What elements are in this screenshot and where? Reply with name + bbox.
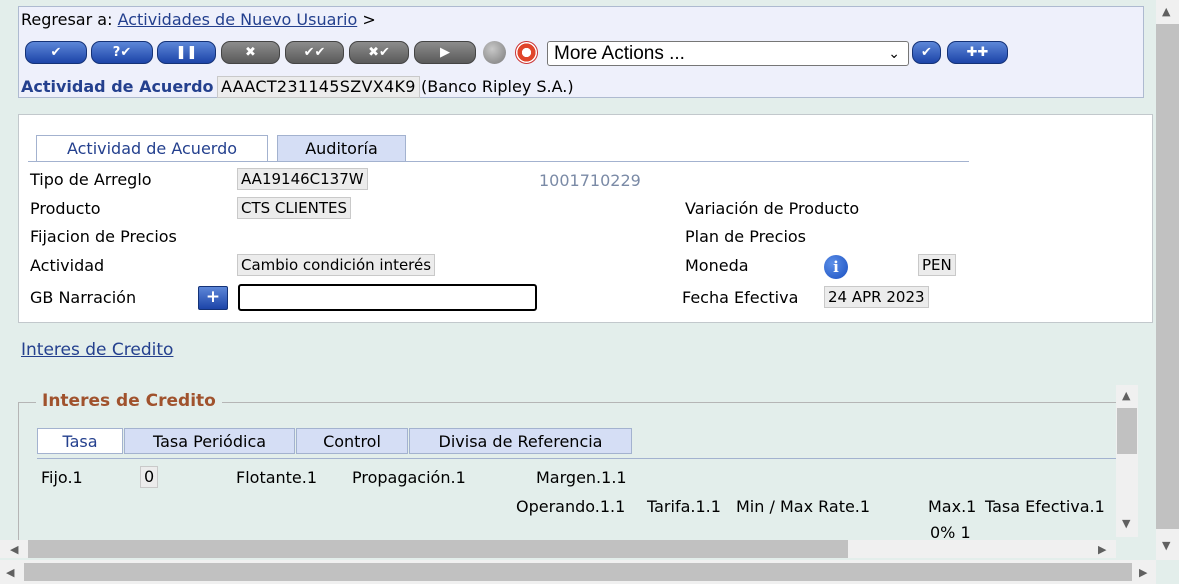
upload-icon[interactable] (483, 41, 506, 64)
producto-label: Producto (30, 199, 101, 218)
narracion-label: GB Narración (30, 288, 137, 307)
plan-precios-label: Plan de Precios (685, 227, 807, 246)
inner-horizontal-scroll-thumb[interactable] (28, 540, 848, 558)
back-label: Regresar a: (21, 10, 113, 29)
narration-input[interactable] (238, 284, 537, 311)
inner-scroll-down-icon[interactable]: ▼ (1122, 518, 1130, 529)
next-button[interactable]: ▶ (414, 41, 476, 64)
breadcrumb: Regresar a: Actividades de Nuevo Usuario… (21, 10, 376, 29)
hold-button[interactable]: ❚❚ (157, 41, 216, 64)
inner-vertical-scroll-thumb[interactable] (1117, 408, 1137, 454)
producto-value: CTS CLIENTES (237, 197, 352, 219)
tab-actividad-de-acuerdo[interactable]: Actividad de Acuerdo (36, 135, 268, 162)
section-tab-divider (37, 458, 1117, 459)
fecha-efectiva-value: 24 APR 2023 (824, 286, 929, 308)
delete-button[interactable]: ✖ (221, 41, 280, 64)
tab-auditoria[interactable]: Auditoría (277, 135, 406, 162)
tipo-arreglo-label: Tipo de Arreglo (30, 170, 152, 189)
page-scroll-right-icon[interactable]: ▶ (1139, 567, 1147, 578)
tipo-arreglo-value: AA19146C137W (237, 168, 368, 190)
tab-divisa-referencia[interactable]: Divisa de Referencia (409, 428, 632, 454)
page-horizontal-scroll-thumb[interactable] (24, 563, 1132, 581)
operando-label: Operando.1.1 (516, 497, 626, 516)
max-label: Max.1 (928, 497, 977, 516)
margen-label: Margen.1.1 (536, 468, 627, 487)
section-title: Interes de Credito (36, 391, 222, 411)
interes-credito-section: Interes de Credito Tasa Tasa Periódica C… (18, 391, 1117, 542)
activity-form: Actividad de Acuerdo Auditoría Tipo de A… (18, 114, 1153, 323)
add-narration-icon[interactable]: + (198, 286, 228, 310)
tab-tasa-periodica[interactable]: Tasa Periódica (124, 428, 295, 454)
more-actions-select[interactable]: More Actions ... ⌄ (547, 41, 909, 66)
fijacion-precios-label: Fijacion de Precios (30, 227, 177, 246)
interes-credito-link[interactable]: Interes de Credito (21, 340, 173, 360)
actividad-value: Cambio condición interés (237, 254, 436, 276)
header-panel: Regresar a: Actividades de Nuevo Usuario… (18, 6, 1144, 98)
validate-button[interactable]: ?✔ (91, 41, 153, 64)
actividad-label: Actividad (30, 256, 105, 275)
fijo-label: Fijo.1 (41, 468, 83, 487)
info-icon[interactable]: i (824, 255, 848, 279)
chevron-down-icon: ⌄ (888, 45, 900, 61)
back-link[interactable]: Actividades de Nuevo Usuario (118, 10, 358, 29)
activity-id: AAACT231145SZVX4K9 (217, 76, 420, 98)
breadcrumb-separator: > (362, 10, 376, 29)
variacion-producto-label: Variación de Producto (685, 199, 860, 218)
min-max-rate-label: Min / Max Rate.1 (736, 497, 871, 516)
inner-scroll-left-icon[interactable]: ◀ (10, 544, 18, 555)
inner-scroll-up-icon[interactable]: ▲ (1122, 390, 1130, 401)
fecha-efectiva-label: Fecha Efectiva (682, 288, 799, 307)
help-lifebuoy-icon[interactable] (515, 41, 538, 64)
bank-name: (Banco Ripley S.A.) (421, 77, 574, 96)
page-scroll-down-icon[interactable]: ▼ (1162, 540, 1170, 551)
page-scroll-left-icon[interactable]: ◀ (6, 567, 14, 578)
page-vertical-scroll-thumb[interactable] (1156, 24, 1179, 529)
tarifa-label: Tarifa.1.1 (647, 497, 721, 516)
moneda-label: Moneda (685, 256, 749, 275)
tab-divider (28, 161, 969, 162)
moneda-value: PEN (918, 254, 956, 276)
add-new-button[interactable]: ✚✚ (947, 41, 1008, 64)
go-button[interactable]: ✔ (912, 41, 941, 64)
reverse-button[interactable]: ✖✔ (349, 41, 409, 64)
propagacion-label: Propagación.1 (352, 468, 466, 487)
tab-control[interactable]: Control (296, 428, 408, 454)
inner-scroll-right-icon[interactable]: ▶ (1098, 544, 1106, 555)
reference-number: 1001710229 (539, 171, 641, 190)
fijo-value: 0 (140, 466, 159, 488)
flotante-label: Flotante.1 (236, 468, 318, 487)
authorise-button[interactable]: ✔✔ (285, 41, 344, 64)
page-scroll-up-icon[interactable]: ▲ (1162, 6, 1170, 17)
tab-tasa[interactable]: Tasa (37, 428, 123, 454)
tasa-efectiva-label: Tasa Efectiva.1 (985, 497, 1105, 516)
commit-button[interactable]: ✔ (25, 41, 87, 64)
activity-label: Actividad de Acuerdo (21, 77, 214, 96)
